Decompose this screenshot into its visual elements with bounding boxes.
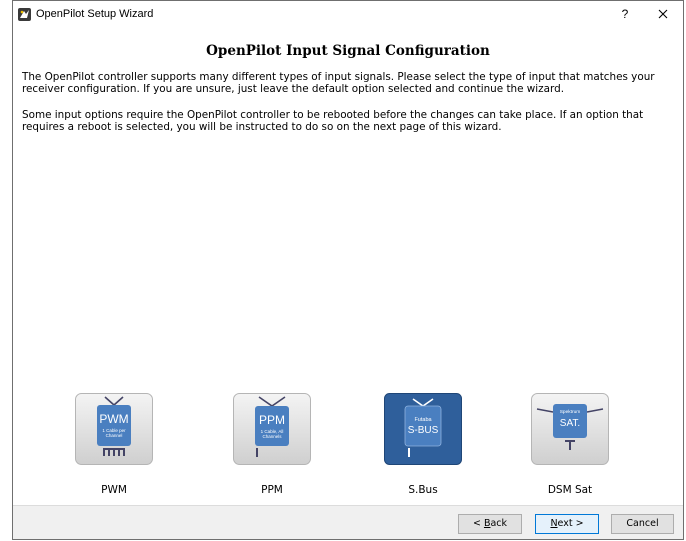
- ppm-icon: PPM 1 Cable, All Channels: [233, 393, 311, 465]
- next-mnemonic: N: [550, 518, 558, 529]
- close-icon[interactable]: [656, 7, 670, 21]
- next-button[interactable]: Next >: [535, 514, 599, 534]
- sbus-icon-top: Futaba: [414, 417, 432, 423]
- option-dsm-sat-label: DSM Sat: [547, 484, 593, 496]
- next-rest: ext >: [557, 518, 584, 529]
- back-button[interactable]: < Back: [458, 514, 522, 534]
- page-title: OpenPilot Input Signal Configuration: [206, 43, 490, 59]
- option-sbus-label: S.Bus: [408, 484, 438, 496]
- title-bar: OpenPilot Setup Wizard ?: [13, 1, 683, 30]
- cancel-button[interactable]: Cancel: [611, 514, 674, 534]
- window-title: OpenPilot Setup Wizard: [36, 8, 154, 20]
- help-button[interactable]: ?: [619, 7, 631, 21]
- back-prefix: <: [472, 518, 484, 529]
- pwm-icon-title: PWM: [99, 412, 128, 426]
- dsm-sat-icon: Spektrum SAT.: [531, 393, 609, 465]
- option-pwm-label: PWM: [101, 484, 127, 496]
- dsm-icon-title: SAT.: [560, 418, 580, 429]
- option-ppm[interactable]: PPM 1 Cable, All Channels: [233, 393, 311, 465]
- pwm-icon: PWM 1 Cable per Channel: [75, 393, 153, 465]
- ppm-icon-sub2: Channels: [262, 434, 282, 439]
- dsm-icon-top: Spektrum: [560, 409, 581, 415]
- reboot-paragraph: Some input options require the OpenPilot…: [22, 109, 644, 133]
- option-pwm[interactable]: PWM 1 Cable per Channel: [75, 393, 153, 465]
- option-ppm-label: PPM: [261, 484, 283, 496]
- sbus-icon-title: S-BUS: [408, 425, 439, 436]
- back-rest: ack: [490, 518, 508, 529]
- app-icon: [18, 8, 31, 21]
- option-sbus[interactable]: Futaba S-BUS: [384, 393, 462, 465]
- pwm-icon-sub2: Channel: [106, 433, 123, 438]
- option-dsm-sat[interactable]: Spektrum SAT.: [531, 393, 609, 465]
- ppm-icon-title: PPM: [259, 413, 285, 427]
- intro-paragraph: The OpenPilot controller supports many d…: [22, 71, 655, 95]
- setup-wizard-window: OpenPilot Setup Wizard ? OpenPilot Input…: [12, 0, 684, 540]
- sbus-icon: Futaba S-BUS: [384, 393, 462, 465]
